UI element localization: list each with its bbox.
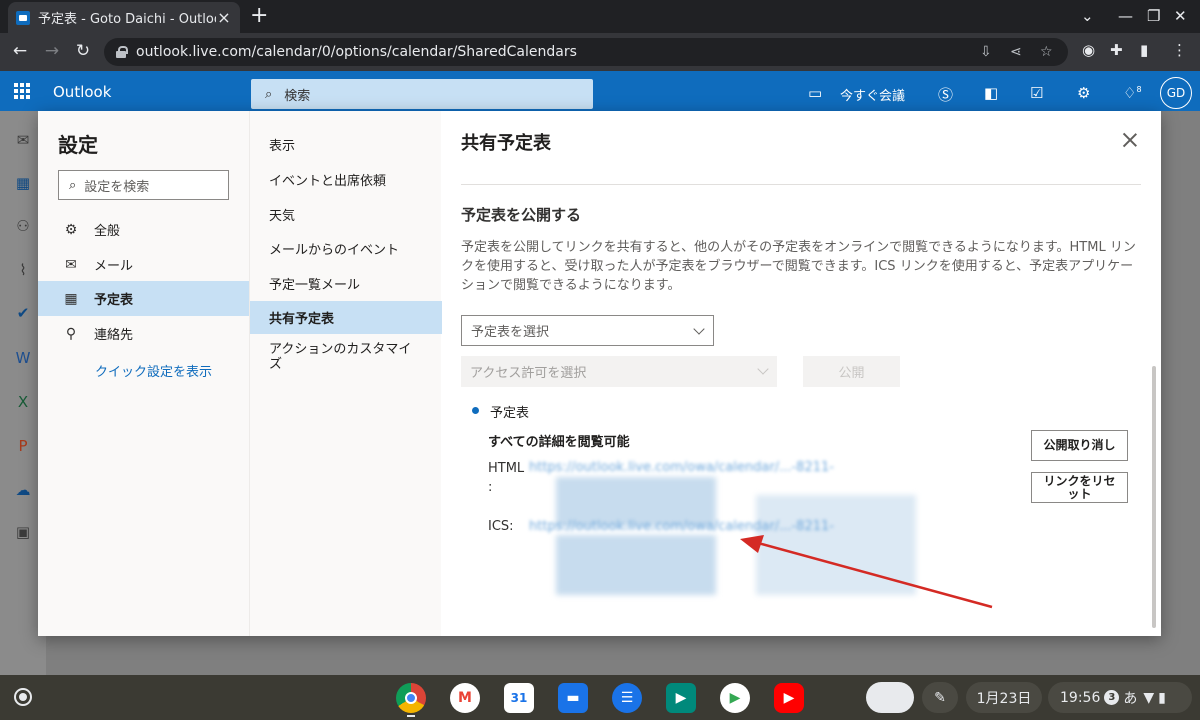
battery-icon: ▮ bbox=[1158, 689, 1166, 706]
calendar-app-shelf-icon[interactable]: 31 bbox=[504, 683, 534, 713]
arrow-line bbox=[757, 541, 993, 609]
screen-capture-thumbnail[interactable] bbox=[866, 682, 914, 713]
launcher-icon[interactable] bbox=[14, 688, 32, 706]
wifi-icon: ▼ bbox=[1143, 689, 1155, 706]
ime-indicator: あ bbox=[1123, 690, 1138, 707]
annotation-arrow bbox=[740, 535, 993, 609]
chrome-app-icon[interactable] bbox=[396, 683, 426, 713]
shelf-date[interactable]: 1月23日 bbox=[966, 682, 1042, 713]
files-app-icon[interactable]: ▬ bbox=[558, 683, 588, 713]
status-tray[interactable]: 19:56 3 あ ▼ ▮ bbox=[1048, 682, 1192, 713]
gmail-app-icon[interactable]: M bbox=[450, 683, 480, 713]
shelf-time: 19:56 bbox=[1060, 689, 1101, 706]
play-store-app-icon[interactable]: ▶ bbox=[720, 683, 750, 713]
active-app-indicator bbox=[407, 715, 415, 717]
chromeos-shelf: M 31 ▬ ☰ ▶ ▶ ▶ ✎ 1月23日 19:56 3 あ ▼ ▮ bbox=[0, 675, 1200, 720]
youtube-app-icon[interactable]: ▶ bbox=[774, 683, 804, 713]
arrow-head bbox=[740, 535, 764, 553]
meet-app-icon[interactable]: ▶ bbox=[666, 683, 696, 713]
stylus-pen-icon[interactable]: ✎ bbox=[922, 682, 958, 713]
notification-badge: 3 bbox=[1104, 690, 1120, 705]
messages-app-icon[interactable]: ☰ bbox=[612, 683, 642, 713]
